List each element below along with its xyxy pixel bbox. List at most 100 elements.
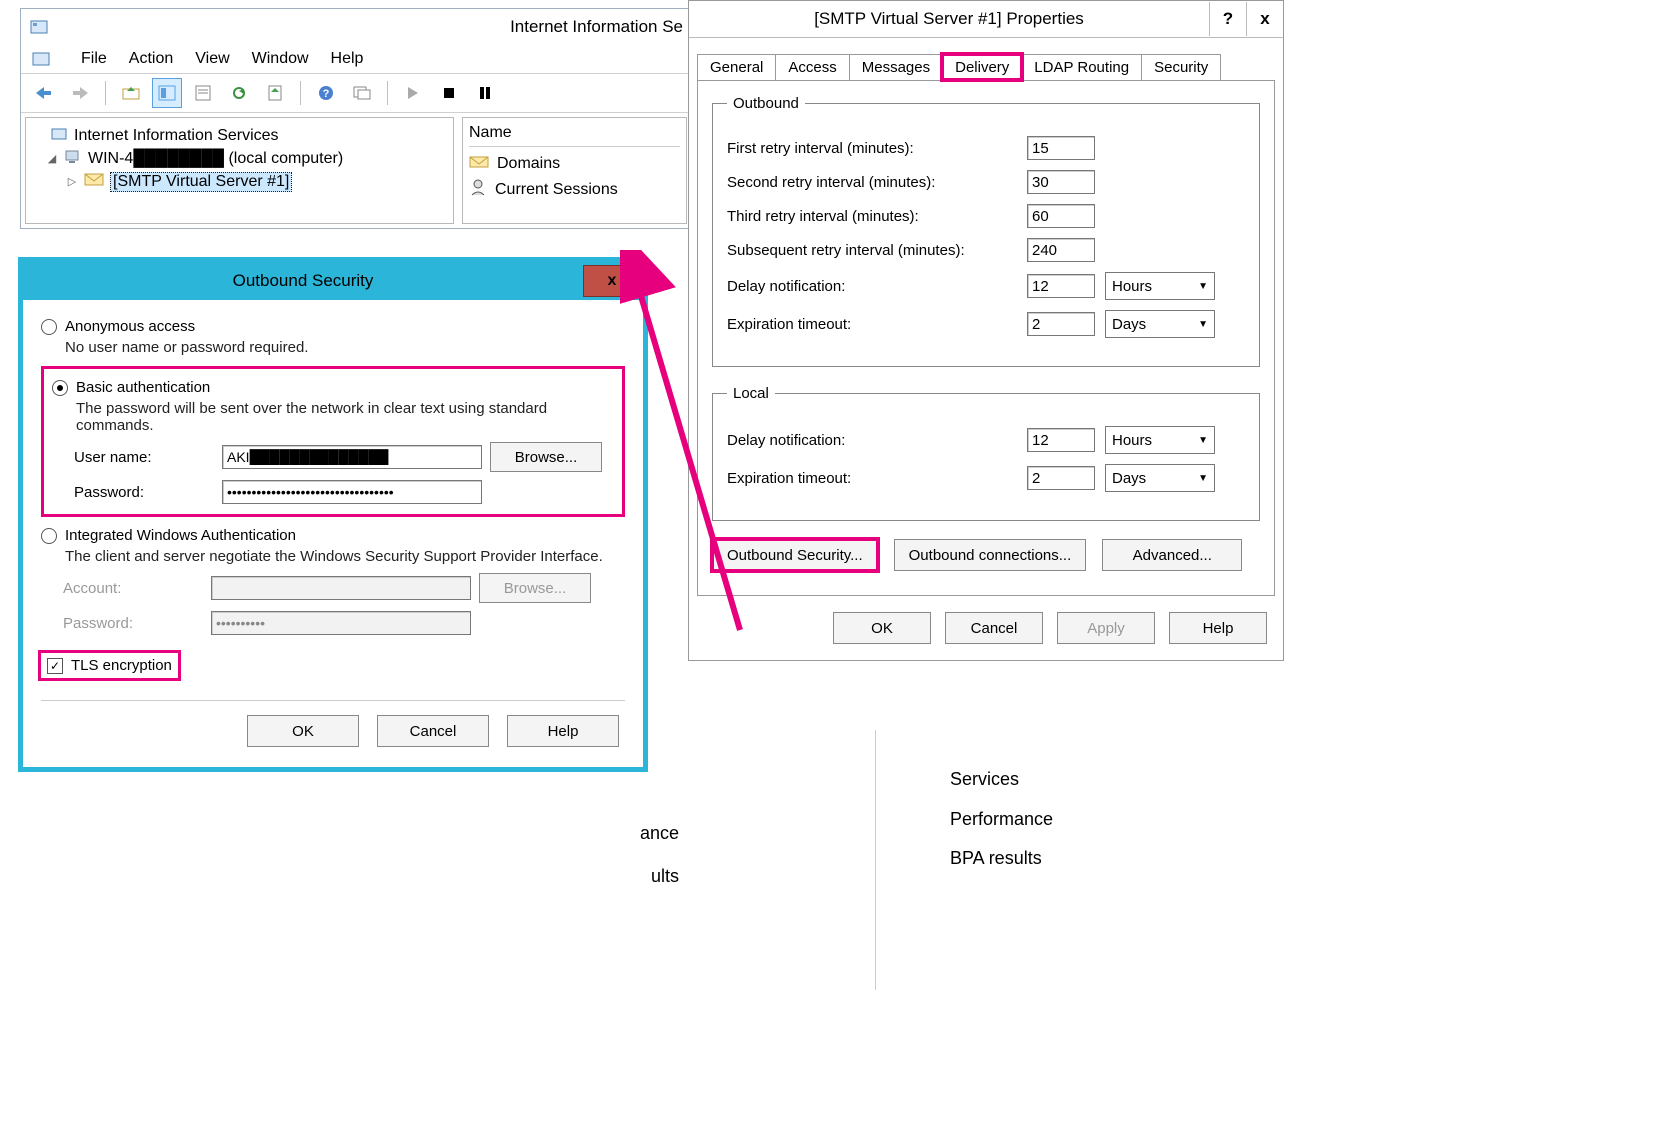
view-icon[interactable]	[152, 78, 182, 108]
properties-icon[interactable]	[188, 78, 218, 108]
dialog-close-button[interactable]: x	[583, 265, 641, 297]
local-delay-unit[interactable]: Hours▼	[1105, 426, 1215, 454]
back-icon[interactable]	[29, 78, 59, 108]
basic-auth-label[interactable]: Basic authentication	[76, 379, 210, 396]
menu-file[interactable]: File	[81, 50, 107, 68]
behind-left-panel: ance ults	[640, 812, 679, 898]
tree-smtp-server[interactable]: [SMTP Virtual Server #1]	[110, 172, 292, 192]
delay-notif-input[interactable]	[1027, 274, 1095, 298]
tree-computer[interactable]: WIN-4████████ (local computer)	[88, 150, 343, 168]
local-delay-label: Delay notification:	[727, 432, 1027, 449]
apply-button[interactable]: Apply	[1057, 612, 1155, 644]
third-retry-label: Third retry interval (minutes):	[727, 208, 1027, 225]
tree-pane[interactable]: Internet Information Services ◢ WIN-4███…	[25, 117, 454, 224]
refresh-icon[interactable]	[224, 78, 254, 108]
iis-title-text: Internet Information Se	[510, 17, 683, 37]
play-icon[interactable]	[398, 78, 428, 108]
radio-basic-auth[interactable]	[52, 380, 68, 396]
subseq-retry-input[interactable]	[1027, 238, 1095, 262]
basic-auth-desc: The password will be sent over the netwo…	[76, 400, 614, 434]
ok-button[interactable]: OK	[833, 612, 931, 644]
local-exp-input[interactable]	[1027, 466, 1095, 490]
iwa-password-label: Password:	[63, 615, 203, 632]
menu-help[interactable]: Help	[331, 50, 364, 68]
tab-delivery[interactable]: Delivery	[942, 54, 1022, 80]
behind-left-1: ance	[640, 812, 679, 855]
tree-expand2-icon[interactable]: ▷	[66, 175, 78, 188]
new-window-icon[interactable]	[347, 78, 377, 108]
export-icon[interactable]	[260, 78, 290, 108]
advanced-button[interactable]: Advanced...	[1102, 539, 1242, 571]
menu-view[interactable]: View	[195, 50, 229, 68]
dialog-ok-button[interactable]: OK	[247, 715, 359, 747]
exp-timeout-input[interactable]	[1027, 312, 1095, 336]
list-header[interactable]: Name	[469, 124, 680, 146]
tls-checkbox-row[interactable]: ✓ TLS encryption	[41, 653, 178, 678]
local-exp-label: Expiration timeout:	[727, 470, 1027, 487]
bpa-results-heading[interactable]: BPA results	[950, 839, 1053, 879]
local-group: Local Delay notification: Hours▼ Expirat…	[712, 385, 1260, 521]
dialog-cancel-button[interactable]: Cancel	[377, 715, 489, 747]
performance-heading[interactable]: Performance	[950, 800, 1053, 840]
tree-expand-icon[interactable]: ◢	[46, 152, 58, 165]
help-button[interactable]: ?	[1209, 2, 1246, 36]
props-help-button[interactable]: Help	[1169, 612, 1267, 644]
exp-timeout-label: Expiration timeout:	[727, 316, 1027, 333]
subseq-retry-label: Subsequent retry interval (minutes):	[727, 242, 1027, 259]
iis-app-icon	[29, 17, 49, 37]
menu-window[interactable]: Window	[252, 50, 309, 68]
second-retry-label: Second retry interval (minutes):	[727, 174, 1027, 191]
iis-window: Internet Information Se File Action View…	[20, 8, 692, 229]
close-button[interactable]: x	[1246, 2, 1283, 36]
list-pane[interactable]: Name Domains Current Sessions	[462, 117, 687, 224]
iwa-password-input	[211, 611, 471, 635]
properties-titlebar: [SMTP Virtual Server #1] Properties ? x	[689, 1, 1283, 38]
iwa-label[interactable]: Integrated Windows Authentication	[65, 527, 296, 544]
first-retry-input[interactable]	[1027, 136, 1095, 160]
anonymous-desc: No user name or password required.	[65, 339, 625, 356]
password-input[interactable]	[222, 480, 482, 504]
services-heading[interactable]: Services	[950, 760, 1053, 800]
radio-anonymous[interactable]	[41, 319, 57, 335]
password-label: Password:	[74, 484, 214, 501]
list-domains[interactable]: Domains	[497, 155, 560, 173]
outbound-security-button[interactable]: Outbound Security...	[712, 539, 878, 571]
account-label: Account:	[63, 580, 203, 597]
tab-security[interactable]: Security	[1141, 54, 1221, 80]
radio-iwa[interactable]	[41, 528, 57, 544]
stop-icon[interactable]	[434, 78, 464, 108]
tab-general[interactable]: General	[697, 54, 776, 80]
server-icon	[50, 125, 68, 146]
exp-timeout-unit[interactable]: Days▼	[1105, 310, 1215, 338]
pause-icon[interactable]	[470, 78, 500, 108]
local-delay-input[interactable]	[1027, 428, 1095, 452]
help-icon[interactable]: ?	[311, 78, 341, 108]
tab-ldap-routing[interactable]: LDAP Routing	[1021, 54, 1142, 80]
tab-messages[interactable]: Messages	[849, 54, 943, 80]
vertical-divider	[875, 730, 876, 990]
username-input[interactable]	[222, 445, 482, 469]
local-exp-unit[interactable]: Days▼	[1105, 464, 1215, 492]
cancel-button[interactable]: Cancel	[945, 612, 1043, 644]
mail-icon	[84, 171, 104, 192]
checkbox-tls[interactable]: ✓	[47, 658, 63, 674]
dialog-help-button[interactable]: Help	[507, 715, 619, 747]
tree-root[interactable]: Internet Information Services	[74, 127, 279, 145]
anonymous-label[interactable]: Anonymous access	[65, 318, 195, 335]
tls-label: TLS encryption	[71, 657, 172, 674]
tab-access[interactable]: Access	[775, 54, 849, 80]
folder-up-icon[interactable]	[116, 78, 146, 108]
second-retry-input[interactable]	[1027, 170, 1095, 194]
iis-menubar: File Action View Window Help	[21, 45, 691, 73]
delay-notif-label: Delay notification:	[727, 278, 1027, 295]
basic-auth-section: Basic authentication The password will b…	[41, 366, 625, 517]
browse-button[interactable]: Browse...	[490, 442, 602, 472]
domains-icon	[469, 153, 489, 174]
third-retry-input[interactable]	[1027, 204, 1095, 228]
browse-button-disabled: Browse...	[479, 573, 591, 603]
list-sessions[interactable]: Current Sessions	[495, 181, 618, 199]
delay-notif-unit[interactable]: Hours▼	[1105, 272, 1215, 300]
outbound-connections-button[interactable]: Outbound connections...	[894, 539, 1087, 571]
menu-action[interactable]: Action	[129, 50, 173, 68]
forward-icon[interactable]	[65, 78, 95, 108]
